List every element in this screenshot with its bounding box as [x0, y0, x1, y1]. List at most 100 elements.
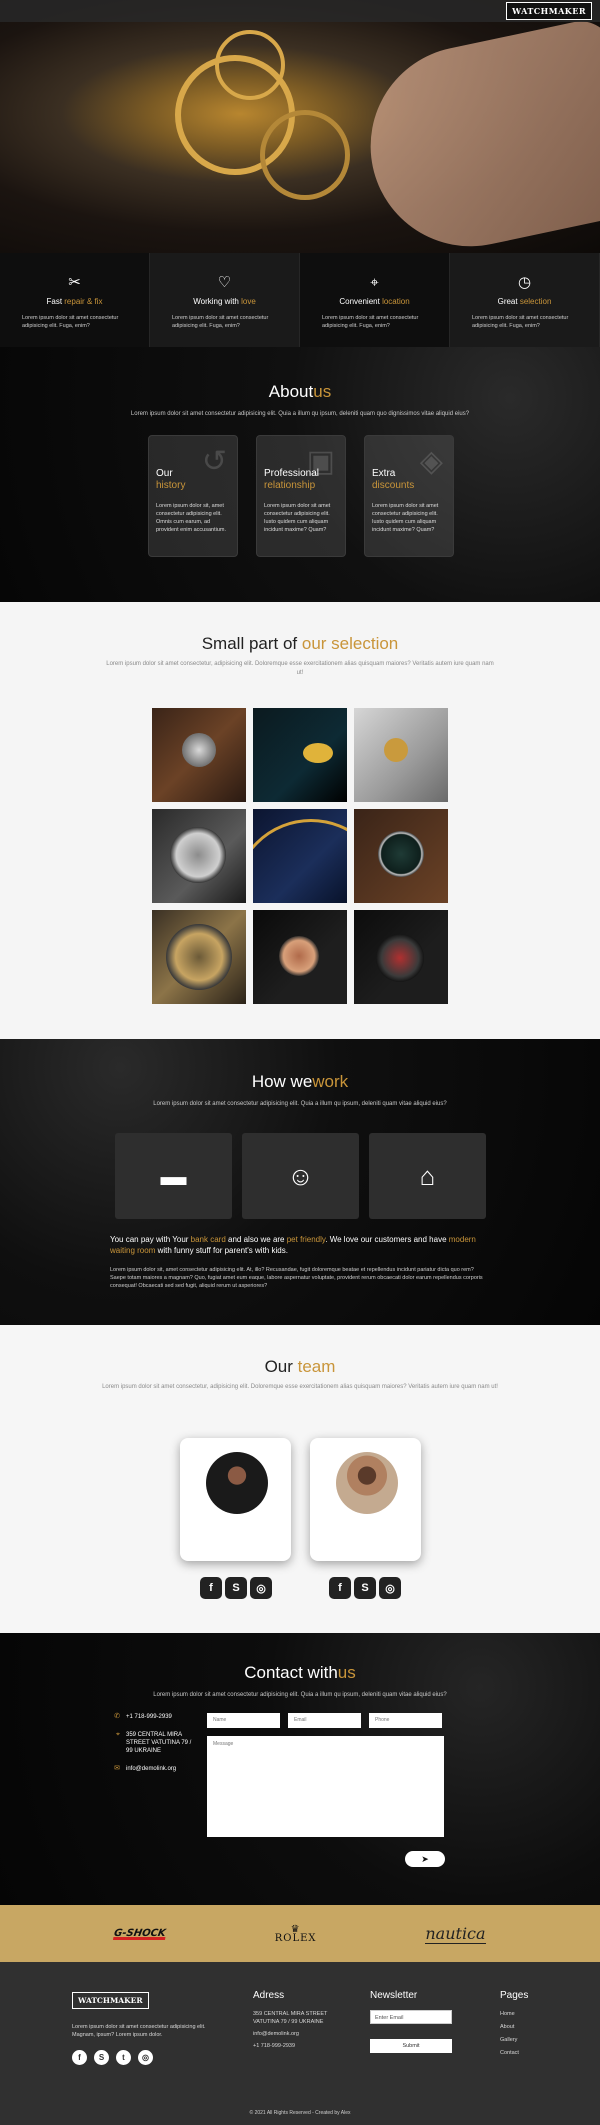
team-card: [310, 1438, 421, 1561]
history-icon: ↺: [201, 445, 227, 478]
features-strip: ✂ Fast repair & fix Lorem ipsum dolor si…: [0, 253, 600, 347]
about-subtitle: Lorem ipsum dolor sit amet consectetur a…: [130, 411, 470, 417]
brand-logo-gshock: G-SHOCK: [113, 1927, 167, 1940]
phone-icon: ✆: [114, 1713, 120, 1720]
how-subtitle: Lorem ipsum dolor sit amet consectetur a…: [153, 1101, 447, 1107]
team-socials: f S ◎: [200, 1577, 272, 1599]
about-card-discounts: ◈ Extra discounts Lorem ipsum dolor sit a…: [364, 435, 454, 557]
skype-icon[interactable]: S: [354, 1577, 376, 1599]
gear-decoration: [260, 110, 350, 200]
sofa-icon: ⌂: [369, 1133, 486, 1219]
feature-text: Lorem ipsum dolor sit amet consectetur a…: [172, 315, 269, 329]
gear-decoration: [215, 30, 285, 100]
feature-text: Lorem ipsum dolor sit amet consectetur a…: [322, 315, 419, 329]
feature-title: Fast repair & fix: [46, 297, 103, 306]
feature-title: Great selection: [497, 297, 552, 306]
feature-item: ♡ Working with love Lorem ipsum dolor si…: [150, 253, 300, 347]
team-section: Our team Lorem ipsum dolor sit amet cons…: [0, 1325, 600, 1633]
logo[interactable]: WATCHMAKER: [506, 2, 592, 20]
selection-section: Small part of our selection Lorem ipsum …: [0, 602, 600, 1039]
team-subtitle: Lorem ipsum dolor sit amet consectetur, …: [102, 1384, 498, 1390]
gallery-image[interactable]: [354, 910, 448, 1004]
credit-card-icon: ▬: [115, 1133, 232, 1219]
feature-item: ⌖ Convenient location Lorem ipsum dolor …: [300, 253, 450, 347]
gallery-grid: [152, 708, 448, 1004]
team-card: [180, 1438, 291, 1561]
footer: WATCHMAKER Lorem ipsum dolor sit amet co…: [0, 1962, 600, 2125]
facebook-icon[interactable]: f: [72, 2050, 87, 2065]
send-button[interactable]: ➤: [405, 1851, 445, 1867]
location-icon: ⌖: [116, 1731, 120, 1738]
contact-email[interactable]: info@demolink.org: [126, 1765, 176, 1773]
map-icon: ⌖: [370, 274, 379, 291]
how-we-work-section: How wework Lorem ipsum dolor sit amet co…: [0, 1039, 600, 1325]
footer-logo[interactable]: WATCHMAKER: [72, 1992, 149, 2009]
footer-newsletter-col: Newsletter Enter Email Submit: [370, 1991, 452, 2053]
gallery-image[interactable]: [152, 809, 246, 903]
smile-icon: ☺: [242, 1133, 359, 1219]
tools-icon: ✂: [68, 274, 81, 291]
gallery-image[interactable]: [152, 910, 246, 1004]
footer-socials: f S t ◎: [72, 2050, 153, 2065]
feature-text: Lorem ipsum dolor sit amet consectetur a…: [22, 315, 119, 329]
briefcase-icon: ▣: [306, 445, 335, 478]
avatar: [336, 1452, 398, 1514]
gallery-image[interactable]: [253, 708, 347, 802]
instagram-icon[interactable]: ◎: [138, 2050, 153, 2065]
how-highlight-text: You can pay with Your bank card and also…: [110, 1235, 476, 1255]
copyright: © 2021 All Rights Reserved - Created by …: [249, 2110, 351, 2116]
team-socials: f S ◎: [329, 1577, 401, 1599]
footer-link-gallery[interactable]: Gallery: [500, 2036, 528, 2044]
gallery-image[interactable]: [354, 809, 448, 903]
feature-text: Lorem ipsum dolor sit amet consectetur a…: [472, 315, 569, 329]
feature-title: Working with love: [193, 297, 256, 306]
instagram-icon[interactable]: ◎: [379, 1577, 401, 1599]
feature-item: ✂ Fast repair & fix Lorem ipsum dolor si…: [0, 253, 150, 347]
selection-subtitle: Lorem ipsum dolor sit amet consectetur, …: [106, 661, 494, 676]
contact-phone[interactable]: +1 718-999-2939: [126, 1713, 172, 1721]
newsletter-submit-button[interactable]: Submit: [370, 2039, 452, 2053]
gallery-image[interactable]: [253, 910, 347, 1004]
contact-section: Contact withus Lorem ipsum dolor sit ame…: [0, 1633, 600, 1905]
footer-pages-col: Pages Home About Gallery Contact: [500, 1990, 529, 2057]
gallery-image[interactable]: [253, 809, 347, 903]
footer-description: Lorem ipsum dolor sit amet consectetur a…: [72, 2024, 206, 2038]
how-title: How wework: [251, 1072, 349, 1091]
how-body-text: Lorem ipsum dolor sit, amet consectetur …: [110, 1267, 483, 1289]
name-input[interactable]: Name: [207, 1713, 280, 1728]
avatar: [206, 1452, 268, 1514]
brand-logo-nautica: nautica: [425, 1923, 486, 1944]
footer-link-contact[interactable]: Contact: [500, 2049, 528, 2057]
team-title: Our team: [264, 1357, 336, 1376]
brand-logo-rolex: ♛ ROLEX: [274, 1923, 317, 1944]
facebook-icon[interactable]: f: [329, 1577, 351, 1599]
email-input[interactable]: Email: [288, 1713, 361, 1728]
footer-link-home[interactable]: Home: [500, 2010, 528, 2018]
feature-title: Convenient location: [339, 297, 410, 306]
contact-subtitle: Lorem ipsum dolor sit amet consectetur a…: [153, 1692, 447, 1698]
gallery-image[interactable]: [152, 708, 246, 802]
about-title: Aboutus: [268, 382, 332, 401]
twitter-icon[interactable]: t: [116, 2050, 131, 2065]
footer-address-col: Adress 359 CENTRAL MIRA STREET VATUTINA …: [253, 1990, 328, 2050]
mail-icon: ✉: [114, 1765, 120, 1772]
feature-item: ◷ Great selection Lorem ipsum dolor sit …: [450, 253, 600, 347]
hero-image: WATCHMAKER: [0, 0, 600, 253]
facebook-icon[interactable]: f: [200, 1577, 222, 1599]
brands-strip: G-SHOCK ♛ ROLEX nautica: [0, 1905, 600, 1962]
phone-input[interactable]: Phone: [369, 1713, 442, 1728]
contact-address: 359 CENTRAL MIRA STREET VATUTINA 79 / 99…: [126, 1732, 192, 1754]
message-textarea[interactable]: Message: [207, 1736, 444, 1837]
footer-link-about[interactable]: About: [500, 2023, 528, 2031]
clock-icon: ◷: [517, 274, 532, 291]
top-navbar: WATCHMAKER: [0, 0, 600, 22]
newsletter-email-input[interactable]: Enter Email: [370, 2010, 452, 2024]
hand-decoration: [352, 15, 600, 253]
heart-icon: ♡: [217, 274, 232, 291]
instagram-icon[interactable]: ◎: [250, 1577, 272, 1599]
gallery-image[interactable]: [354, 708, 448, 802]
skype-icon[interactable]: S: [94, 2050, 109, 2065]
tag-icon: ◈: [419, 445, 443, 478]
skype-icon[interactable]: S: [225, 1577, 247, 1599]
about-card-history: ↺ Our history Lorem ipsum dolor sit, amet…: [148, 435, 238, 557]
